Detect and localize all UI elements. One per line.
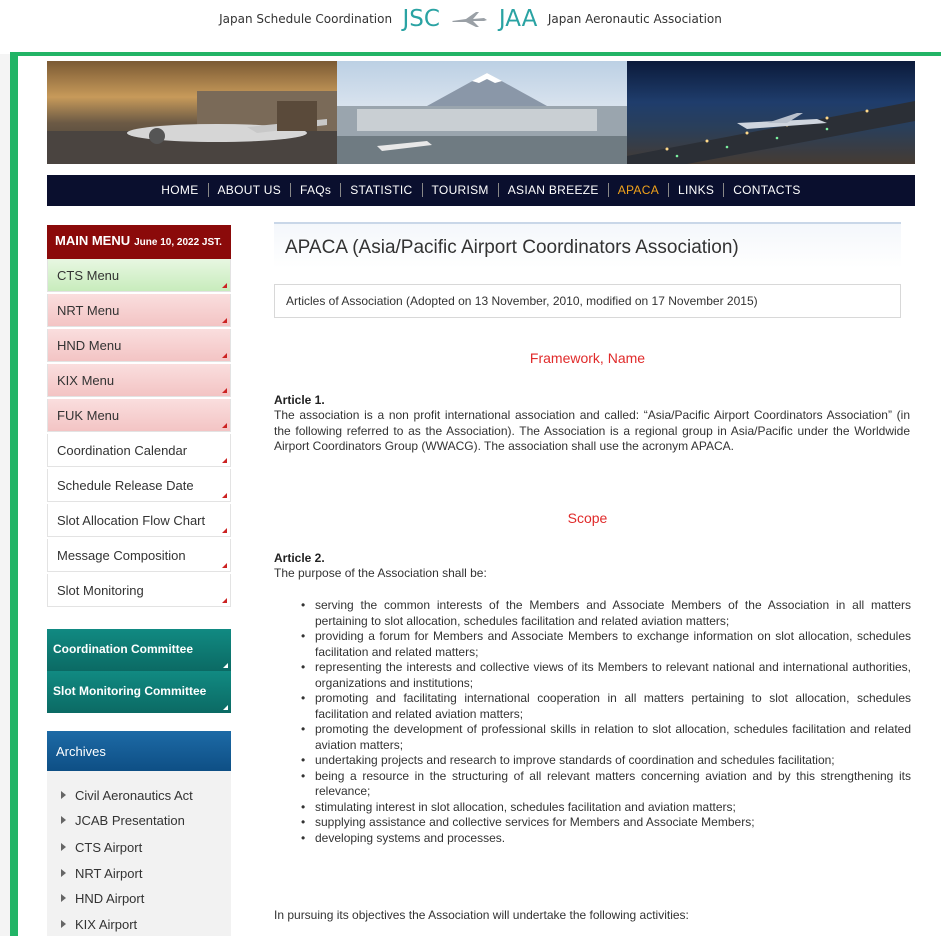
sidebar-item-schedule-release-date[interactable]: Schedule Release Date bbox=[47, 469, 231, 502]
left-margin bbox=[0, 52, 10, 936]
sidebar-item-nrt-menu[interactable]: NRT Menu bbox=[47, 294, 231, 327]
bullet-arrow-icon bbox=[61, 920, 66, 928]
activities-intro: In pursuing its objectives the Associati… bbox=[274, 908, 689, 922]
archive-link[interactable]: NRT Airport bbox=[61, 866, 142, 881]
archive-link-label: Civil Aeronautics Act bbox=[75, 788, 193, 803]
list-item: undertaking projects and research to imp… bbox=[301, 753, 911, 769]
list-item: serving the common interests of the Memb… bbox=[301, 598, 911, 629]
coordination-committee-button[interactable]: Coordination Committee bbox=[47, 629, 231, 671]
archive-link-label: CTS Airport bbox=[75, 840, 143, 855]
nav-apaca[interactable]: APACA bbox=[609, 175, 668, 206]
jaa-logo: JAA bbox=[498, 6, 538, 32]
archives-header: Archives bbox=[47, 731, 231, 771]
sidebar-item-fuk-menu[interactable]: FUK Menu bbox=[47, 399, 231, 432]
airplane-at-gate-photo bbox=[47, 61, 337, 164]
list-item: stimulating interest in slot allocation,… bbox=[301, 800, 911, 816]
main-menu-date: June 10, 2022 JST. bbox=[134, 237, 222, 248]
nav-statistic[interactable]: STATISTIC bbox=[341, 175, 421, 206]
section-heading-framework: Framework, Name bbox=[529, 350, 646, 366]
site-header: Japan Schedule Coordination JSC JAA Japa… bbox=[0, 0, 941, 54]
page-title-box: APACA (Asia/Pacific Airport Coordinators… bbox=[274, 222, 901, 268]
list-item: developing systems and processes. bbox=[301, 831, 911, 847]
main-navigation: HOME ABOUT US FAQs STATISTIC TOURISM ASIAN BR… bbox=[47, 175, 915, 206]
header-divider bbox=[10, 52, 941, 56]
article-1-title: Article 1. bbox=[274, 393, 325, 407]
nav-home[interactable]: HOME bbox=[152, 175, 207, 206]
list-item: promoting and facilitating international… bbox=[301, 691, 911, 722]
archive-link[interactable]: CTS Airport bbox=[61, 840, 142, 855]
bullet-arrow-icon bbox=[61, 894, 66, 902]
list-item: providing a forum for Members and Associ… bbox=[301, 629, 911, 660]
bullet-arrow-icon bbox=[61, 791, 66, 799]
main-menu-header: MAIN MENU June 10, 2022 JST. bbox=[47, 225, 231, 259]
sidebar-item-slot-allocation-flow-chart[interactable]: Slot Allocation Flow Chart bbox=[47, 504, 231, 537]
brand-logo[interactable]: Japan Schedule Coordination JSC JAA Japa… bbox=[0, 6, 941, 32]
bullet-arrow-icon bbox=[61, 869, 66, 877]
sidebar-item-message-composition[interactable]: Message Composition bbox=[47, 539, 231, 572]
brand-right-text: Japan Aeronautic Association bbox=[547, 12, 722, 26]
archive-link[interactable]: KIX Airport bbox=[61, 917, 137, 932]
list-item: representing the interests and collectiv… bbox=[301, 660, 911, 691]
list-item: being a resource in the structuring of a… bbox=[301, 769, 911, 800]
archive-link-label: JCAB Presentation bbox=[75, 813, 185, 828]
jsc-logo: JSC bbox=[402, 6, 440, 32]
purpose-list: serving the common interests of the Memb… bbox=[301, 598, 911, 846]
bullet-arrow-icon bbox=[61, 816, 66, 824]
slot-monitoring-committee-button[interactable]: Slot Monitoring Committee bbox=[47, 671, 231, 713]
sidebar-item-coordination-calendar[interactable]: Coordination Calendar bbox=[47, 434, 231, 467]
archive-link-label: NRT Airport bbox=[75, 866, 143, 881]
nav-asian-breeze[interactable]: ASIAN BREEZE bbox=[499, 175, 608, 206]
archive-link[interactable]: HND Airport bbox=[61, 891, 144, 906]
article-2-intro: The purpose of the Association shall be: bbox=[274, 566, 487, 580]
mount-fuji-airport-photo bbox=[337, 61, 627, 164]
sidebar-item-hnd-menu[interactable]: HND Menu bbox=[47, 329, 231, 362]
article-2-title: Article 2. bbox=[274, 551, 325, 565]
header-banner bbox=[47, 61, 915, 164]
archive-link-label: HND Airport bbox=[75, 891, 145, 906]
nav-contacts[interactable]: CONTACTS bbox=[724, 175, 810, 206]
articles-intro-box: Articles of Association (Adopted on 13 N… bbox=[274, 284, 901, 318]
bullet-arrow-icon bbox=[61, 843, 66, 851]
nav-tourism[interactable]: TOURISM bbox=[423, 175, 498, 206]
nav-about-us[interactable]: ABOUT US bbox=[209, 175, 291, 206]
sidebar-item-cts-menu[interactable]: CTS Menu bbox=[47, 259, 231, 292]
articles-intro: Articles of Association (Adopted on 13 N… bbox=[286, 294, 758, 308]
page-title: APACA (Asia/Pacific Airport Coordinators… bbox=[285, 237, 739, 258]
article-1-text: The association is a non profit internat… bbox=[274, 408, 910, 453]
nav-faqs[interactable]: FAQs bbox=[291, 175, 340, 206]
list-item: promoting the development of professiona… bbox=[301, 722, 911, 753]
night-runway-photo bbox=[627, 61, 915, 164]
sidebar-item-kix-menu[interactable]: KIX Menu bbox=[47, 364, 231, 397]
nav-links[interactable]: LINKS bbox=[669, 175, 723, 206]
airplane-icon bbox=[452, 12, 488, 27]
brand-left-text: Japan Schedule Coordination bbox=[219, 12, 393, 26]
sidebar-item-slot-monitoring[interactable]: Slot Monitoring bbox=[47, 574, 231, 607]
archive-link[interactable]: Civil Aeronautics Act bbox=[61, 788, 193, 803]
section-heading-scope: Scope bbox=[567, 510, 608, 526]
archive-link[interactable]: JCAB Presentation bbox=[61, 813, 185, 828]
list-item: supplying assistance and collective serv… bbox=[301, 815, 911, 831]
archives-list: Civil Aeronautics Act JCAB Presentation … bbox=[47, 771, 231, 936]
archive-link-label: KIX Airport bbox=[75, 917, 138, 932]
left-green-stripe bbox=[10, 52, 18, 936]
main-menu-title: MAIN MENU bbox=[55, 233, 131, 248]
